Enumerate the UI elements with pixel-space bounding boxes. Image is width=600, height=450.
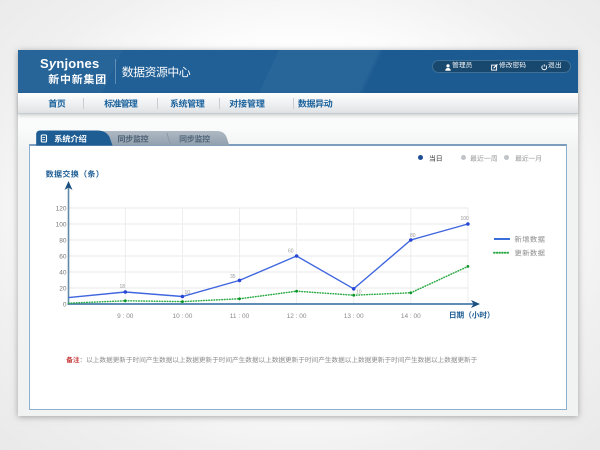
svg-text:10: 10: [185, 290, 191, 296]
svg-text:35: 35: [230, 274, 236, 280]
svg-text:120: 120: [56, 206, 67, 213]
svg-text:10 : 00: 10 : 00: [172, 313, 192, 320]
svg-text:12 : 00: 12 : 00: [287, 313, 307, 320]
svg-text:20: 20: [59, 286, 67, 293]
svg-text:60: 60: [59, 254, 67, 261]
svg-text:80: 80: [410, 233, 416, 239]
svg-text:100: 100: [56, 222, 67, 229]
svg-text:80: 80: [59, 238, 67, 245]
svg-text:0: 0: [63, 302, 67, 309]
svg-text:14 : 00: 14 : 00: [401, 313, 421, 320]
svg-text:13 : 00: 13 : 00: [344, 313, 364, 320]
svg-text:18: 18: [120, 284, 126, 290]
svg-text:60: 60: [288, 249, 294, 255]
svg-text:100: 100: [461, 216, 470, 222]
svg-text:9 : 00: 9 : 00: [117, 313, 134, 320]
svg-text:11 : 00: 11 : 00: [230, 313, 250, 320]
svg-text:40: 40: [59, 270, 67, 277]
svg-text:10: 10: [356, 290, 362, 296]
